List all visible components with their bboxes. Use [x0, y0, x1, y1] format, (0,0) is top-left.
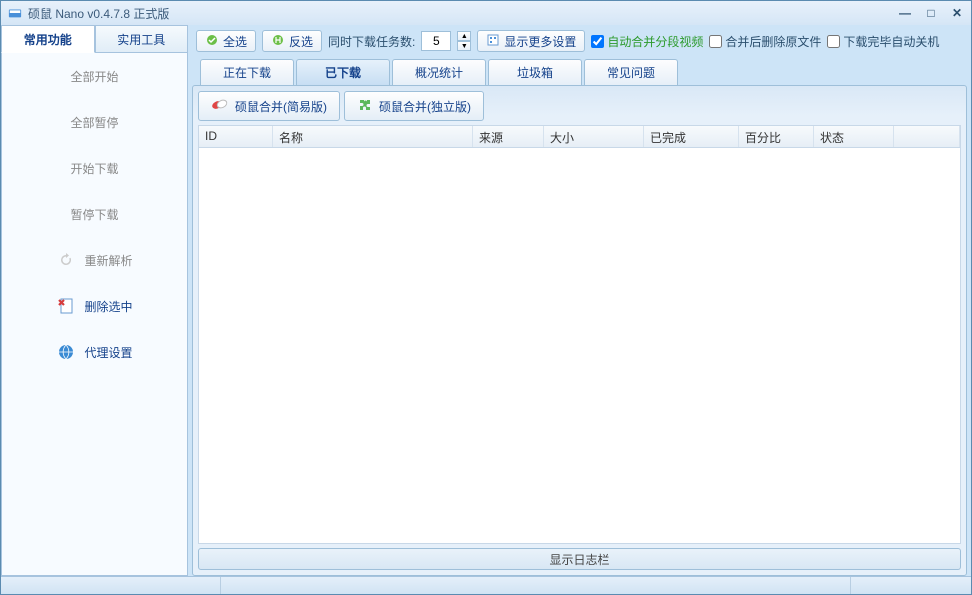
tab-trash[interactable]: 垃圾箱 — [488, 59, 582, 85]
tab-downloading[interactable]: 正在下载 — [200, 59, 294, 85]
more-settings-button[interactable]: 显示更多设置 — [477, 30, 585, 52]
start-all-button[interactable]: 全部开始 — [2, 53, 187, 99]
column-name[interactable]: 名称 — [273, 126, 473, 147]
tab-faq[interactable]: 常见问题 — [584, 59, 678, 85]
column-id[interactable]: ID — [199, 126, 273, 147]
delete-selected-button[interactable]: 删除选中 — [2, 283, 187, 329]
start-download-button[interactable]: 开始下载 — [2, 145, 187, 191]
minimize-button[interactable]: — — [897, 5, 913, 21]
puzzle-icon — [357, 97, 373, 116]
content-tabs: 正在下载 已下载 概况统计 垃圾箱 常见问题 — [192, 59, 967, 85]
maximize-button[interactable]: □ — [923, 5, 939, 21]
status-seg-3 — [851, 577, 971, 594]
auto-merge-checkbox[interactable]: 自动合并分段视频 — [591, 33, 703, 50]
tab-stats[interactable]: 概况统计 — [392, 59, 486, 85]
invert-selection-button[interactable]: 反选 — [262, 30, 322, 52]
column-percent[interactable]: 百分比 — [739, 126, 814, 147]
app-icon — [7, 5, 23, 21]
titlebar: 硕鼠 Nano v0.4.7.8 正式版 — □ ✕ — [1, 1, 971, 25]
download-table[interactable]: ID 名称 来源 大小 已完成 百分比 状态 — [198, 125, 961, 544]
left-panel: 常用功能 实用工具 全部开始 全部暂停 开始下载 暂停下载 重新解析 删除选中 — [1, 25, 188, 576]
tab-downloaded[interactable]: 已下载 — [296, 59, 390, 85]
column-status[interactable]: 状态 — [814, 126, 894, 147]
pause-download-button[interactable]: 暂停下载 — [2, 191, 187, 237]
column-size[interactable]: 大小 — [544, 126, 644, 147]
content-area: 硕鼠合并(简易版) 硕鼠合并(独立版) ID 名称 来源 大小 已完成 百分比 — [192, 85, 967, 576]
concurrent-input[interactable] — [421, 31, 451, 51]
concurrent-down-button[interactable]: ▼ — [457, 41, 471, 51]
window-title: 硕鼠 Nano v0.4.7.8 正式版 — [28, 5, 897, 22]
column-spacer — [894, 126, 960, 147]
show-log-button[interactable]: 显示日志栏 — [198, 548, 961, 570]
reparse-button[interactable]: 重新解析 — [2, 237, 187, 283]
settings-icon — [486, 33, 500, 50]
column-source[interactable]: 来源 — [473, 126, 544, 147]
proxy-settings-button[interactable]: 代理设置 — [2, 329, 187, 375]
delete-after-merge-checkbox[interactable]: 合并后删除原文件 — [709, 33, 821, 50]
refresh-icon — [56, 250, 76, 270]
delete-icon — [56, 296, 76, 316]
tab-common-functions[interactable]: 常用功能 — [1, 25, 95, 53]
tab-utility-tools[interactable]: 实用工具 — [95, 25, 189, 53]
status-seg-1 — [1, 577, 221, 594]
status-seg-2 — [221, 577, 851, 594]
select-all-icon — [205, 33, 219, 50]
table-header-row: ID 名称 来源 大小 已完成 百分比 状态 — [199, 126, 960, 148]
column-done[interactable]: 已完成 — [644, 126, 739, 147]
concurrent-label: 同时下载任务数: — [328, 33, 415, 50]
shutdown-after-checkbox[interactable]: 下载完毕自动关机 — [827, 33, 939, 50]
merge-standalone-button[interactable]: 硕鼠合并(独立版) — [344, 91, 484, 121]
concurrent-up-button[interactable]: ▲ — [457, 31, 471, 41]
pill-icon — [211, 98, 229, 115]
toolbar: 全选 反选 同时下载任务数: ▲ ▼ 显示更多设置 自动合并分段视频 合并后删除… — [192, 29, 967, 59]
pause-all-button[interactable]: 全部暂停 — [2, 99, 187, 145]
select-all-button[interactable]: 全选 — [196, 30, 256, 52]
close-button[interactable]: ✕ — [949, 5, 965, 21]
merge-simple-button[interactable]: 硕鼠合并(简易版) — [198, 91, 340, 121]
invert-icon — [271, 33, 285, 50]
statusbar — [1, 576, 971, 594]
globe-icon — [56, 342, 76, 362]
right-panel: 全选 反选 同时下载任务数: ▲ ▼ 显示更多设置 自动合并分段视频 合并后删除… — [188, 25, 971, 576]
